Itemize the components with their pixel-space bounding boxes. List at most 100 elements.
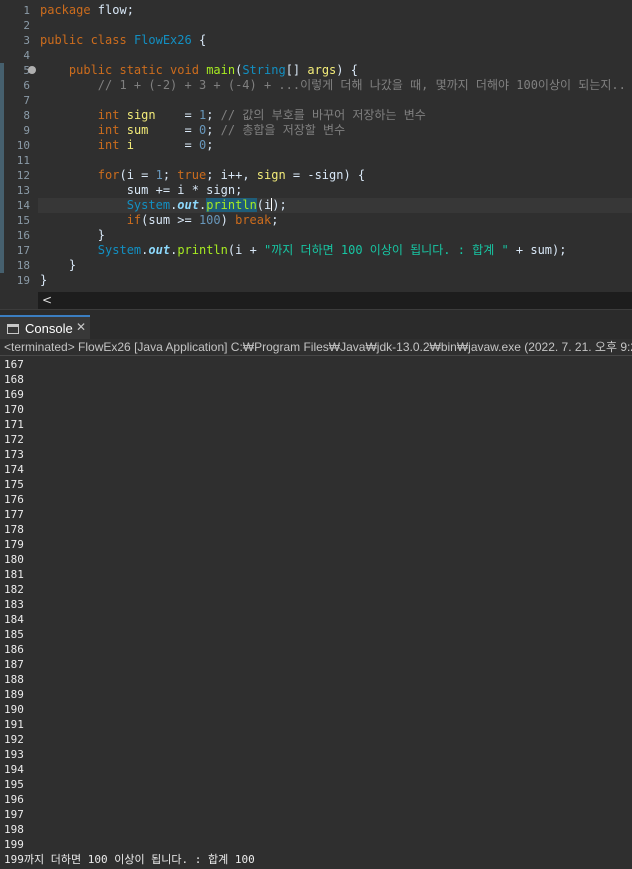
token-text: ) bbox=[220, 213, 236, 227]
console-output-line: 188 bbox=[4, 673, 24, 686]
line-number: 2 bbox=[23, 19, 30, 32]
console-output-line: 184 bbox=[4, 613, 24, 626]
token-text: ; i++, bbox=[206, 168, 257, 182]
line-number: 15 bbox=[16, 214, 30, 227]
line-number: 11 bbox=[16, 154, 30, 167]
token-keyword: int bbox=[97, 123, 120, 137]
token-comment: // 1 + (-2) + 3 + (-4) + ...이렇게 더해 나갔을 때… bbox=[97, 78, 632, 92]
token-keyword: int bbox=[97, 108, 120, 122]
console-output-line: 198 bbox=[4, 823, 24, 836]
token-class: FlowEx26 bbox=[133, 33, 192, 47]
console-output-line: 177 bbox=[4, 508, 24, 521]
token-static-field: out bbox=[177, 198, 199, 212]
console-output-line: 175 bbox=[4, 478, 24, 491]
token-text: + sum); bbox=[508, 243, 567, 257]
code-line-10[interactable]: int i = 0; bbox=[40, 138, 214, 153]
console-output-line: 196 bbox=[4, 793, 24, 806]
token-comment: // 총합을 저장할 변수 bbox=[220, 123, 346, 137]
line-number: 7 bbox=[23, 94, 30, 107]
console-output-line: 186 bbox=[4, 643, 24, 656]
token-text: ) { bbox=[336, 63, 358, 77]
token-variable: sign bbox=[256, 168, 286, 182]
line-number: 14 bbox=[16, 199, 30, 212]
code-line-3[interactable]: public class FlowEx26 { bbox=[40, 33, 206, 48]
token-variable: i bbox=[126, 138, 134, 152]
token-text: = bbox=[148, 123, 199, 137]
console-output-line: 199까지 더하면 100 이상이 됩니다. : 합계 100 bbox=[4, 853, 255, 866]
console-status-line: <terminated> FlowEx26 [Java Application]… bbox=[0, 339, 632, 356]
console-output-line: 187 bbox=[4, 658, 24, 671]
console-output-line: 185 bbox=[4, 628, 24, 641]
code-line-6[interactable]: // 1 + (-2) + 3 + (-4) + ...이렇게 더해 나갔을 때… bbox=[40, 78, 632, 93]
line-number: 5 bbox=[23, 64, 30, 77]
line-number: 8 bbox=[23, 109, 30, 122]
token-text: ); bbox=[272, 198, 287, 212]
line-number: 6 bbox=[23, 79, 30, 92]
console-output-line: 191 bbox=[4, 718, 24, 731]
console-output-line: 194 bbox=[4, 763, 24, 776]
code-line-9[interactable]: int sum = 0; // 총합을 저장할 변수 bbox=[40, 123, 345, 138]
console-output-line: 197 bbox=[4, 808, 24, 821]
horizontal-scrollbar[interactable]: < bbox=[38, 292, 632, 309]
console-output-line: 183 bbox=[4, 598, 24, 611]
code-line-19[interactable]: } bbox=[40, 273, 47, 288]
console-output-line: 179 bbox=[4, 538, 24, 551]
console-output-line: 192 bbox=[4, 733, 24, 746]
token-class: System bbox=[126, 198, 171, 212]
console-output-line: 195 bbox=[4, 778, 24, 791]
line-number: 4 bbox=[23, 49, 30, 62]
code-line-5[interactable]: public static void main(String[] args) { bbox=[40, 63, 358, 78]
code-line-16[interactable]: } bbox=[40, 228, 105, 243]
token-text: } bbox=[68, 258, 77, 272]
code-line-15[interactable]: if(sum >= 100) break; bbox=[40, 213, 279, 228]
token-keyword: if bbox=[126, 213, 142, 227]
code-line-14[interactable]: System.out.println(i); bbox=[40, 198, 287, 213]
console-output-line: 171 bbox=[4, 418, 24, 431]
console-output-line: 168 bbox=[4, 373, 24, 386]
code-line-17[interactable]: System.out.println(i + "까지 더하면 100 이상이 됩… bbox=[40, 243, 567, 258]
token-keyword: public class bbox=[40, 33, 127, 47]
code-line-1[interactable]: package flow; bbox=[40, 3, 134, 18]
token-text: ; bbox=[162, 168, 178, 182]
token-text: sum += i * sign; bbox=[126, 183, 243, 197]
token-text: ; bbox=[271, 213, 279, 227]
scroll-left-icon[interactable]: < bbox=[42, 292, 52, 309]
line-number: 16 bbox=[16, 229, 30, 242]
code-line-13[interactable]: sum += i * sign; bbox=[40, 183, 243, 198]
token-number: 1 bbox=[155, 168, 163, 182]
console-output-line: 189 bbox=[4, 688, 24, 701]
token-keyword: for bbox=[97, 168, 120, 182]
token-keyword: public static void bbox=[68, 63, 199, 77]
console-output-line: 173 bbox=[4, 448, 24, 461]
token-text: ; bbox=[206, 123, 221, 137]
token-variable: sign bbox=[126, 108, 156, 122]
line-number: 9 bbox=[23, 124, 30, 137]
console-output[interactable]: 167 168 169 170 171 172 173 174 175 176 177 178 179 1… bbox=[0, 357, 632, 869]
console-output-line: 190 bbox=[4, 703, 24, 716]
token-text: (i + bbox=[227, 243, 265, 257]
tab-console[interactable]: Console ✕ bbox=[0, 315, 90, 340]
code-line-18[interactable]: } bbox=[40, 258, 76, 273]
console-output-line: 169 bbox=[4, 388, 24, 401]
console-output-line: 199 bbox=[4, 838, 24, 851]
code-line-8[interactable]: int sign = 1; // 값의 부호를 바꾸어 저장하는 변수 bbox=[40, 108, 426, 123]
token-text: ; bbox=[206, 108, 221, 122]
token-variable: sum bbox=[126, 123, 149, 137]
token-text: = bbox=[133, 138, 199, 152]
token-keyword: true bbox=[177, 168, 207, 182]
code-line-12[interactable]: for(i = 1; true; i++, sign = -sign) { bbox=[40, 168, 365, 183]
console-output-line: 182 bbox=[4, 583, 24, 596]
line-number: 19 bbox=[16, 274, 30, 287]
close-icon[interactable]: ✕ bbox=[76, 320, 86, 334]
code-editor[interactable]: 1 2 3 4 5 6 7 8 9 10 11 12 13 14 15 16 17 18 19 package fl… bbox=[0, 0, 632, 292]
fold-collapse-icon[interactable] bbox=[28, 66, 36, 74]
console-output-line: 178 bbox=[4, 523, 24, 536]
token-method-selected: println bbox=[206, 198, 257, 212]
console-output-line: 167 bbox=[4, 358, 24, 371]
console-output-line: 180 bbox=[4, 553, 24, 566]
token-text: } bbox=[97, 228, 106, 242]
token-text: [] bbox=[285, 63, 308, 77]
token-text: = -sign) { bbox=[285, 168, 366, 182]
line-number: 10 bbox=[16, 139, 30, 152]
token-text: (sum >= bbox=[141, 213, 199, 227]
